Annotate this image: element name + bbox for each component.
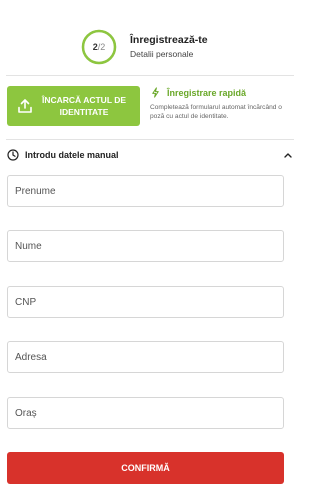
- manual-entry-label: Introdu datele manual: [25, 150, 119, 160]
- clock-icon: [7, 149, 19, 161]
- page-title: Înregistrează-te: [130, 34, 208, 46]
- quick-register-info: Înregistrare rapidă Completează formular…: [150, 87, 298, 121]
- quick-register-title-row: Înregistrare rapidă: [150, 87, 298, 98]
- section-divider: [6, 139, 294, 140]
- registration-header: 2/2 Înregistrează-te Detalii personale: [0, 0, 300, 70]
- upload-id-button[interactable]: ÎNCARCĂ ACTUL DE IDENTITATE: [7, 86, 140, 126]
- address-field[interactable]: [7, 341, 284, 373]
- step-counter: 2/2: [80, 28, 118, 66]
- first-name-field[interactable]: [7, 175, 284, 207]
- quick-register-title: Înregistrare rapidă: [167, 87, 247, 98]
- quick-register-description: Completează formularul automat încărcând…: [150, 104, 282, 120]
- upload-id-label: ÎNCARCĂ ACTUL DE IDENTITATE: [41, 95, 127, 117]
- upload-icon: [18, 99, 32, 113]
- step-total: 2: [100, 42, 106, 52]
- manual-entry-toggle[interactable]: Introdu datele manual: [7, 147, 293, 163]
- lightning-icon: [152, 87, 159, 98]
- header-divider: [6, 75, 294, 76]
- page-subtitle: Detalii personale: [130, 49, 194, 59]
- city-field[interactable]: [7, 397, 284, 429]
- confirm-button[interactable]: CONFIRMĂ: [7, 452, 284, 484]
- last-name-field[interactable]: [7, 230, 284, 262]
- cnp-field[interactable]: [7, 286, 284, 318]
- confirm-label: CONFIRMĂ: [121, 463, 170, 473]
- chevron-up-icon: [284, 153, 292, 158]
